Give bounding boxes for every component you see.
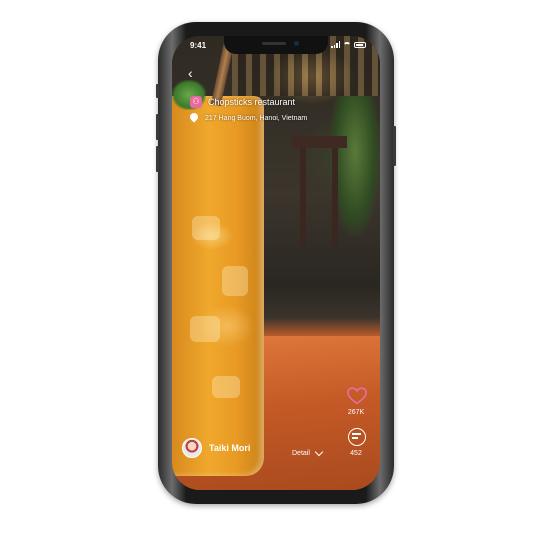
status-time: 9:41 xyxy=(190,41,207,50)
wifi-icon xyxy=(343,41,351,48)
avatar[interactable] xyxy=(182,438,202,458)
place-name: Chopsticks restaurant xyxy=(208,97,296,107)
battery-icon xyxy=(354,41,366,48)
power-button xyxy=(393,126,396,166)
location-pin-icon xyxy=(190,113,198,123)
user-name[interactable]: Taiki Mori xyxy=(209,443,250,453)
place-header[interactable]: ⚇ Chopsticks restaurant xyxy=(190,96,295,108)
like-count: 267K xyxy=(347,409,365,416)
address-text: 217 Hang Buom, Hanoi, Vietnam xyxy=(205,114,308,122)
comment-icon[interactable] xyxy=(348,428,366,446)
notch xyxy=(224,36,328,54)
volume-up-button xyxy=(156,114,159,140)
place-address[interactable]: 217 Hang Buom, Hanoi, Vietnam xyxy=(190,113,307,123)
status-bar: 9:41 xyxy=(172,36,380,56)
phone-frame: 9:41 ‹ ⚇ Chopsticks restaurant 217 Hang … xyxy=(156,22,396,504)
status-icons xyxy=(331,41,366,48)
detail-button[interactable]: Detail xyxy=(292,447,324,457)
comment-count: 452 xyxy=(350,450,362,457)
mute-switch xyxy=(156,84,159,98)
cocktail-glass xyxy=(172,96,264,476)
signal-icon xyxy=(331,41,340,48)
heart-icon[interactable] xyxy=(346,384,368,406)
chevron-down-icon xyxy=(314,447,324,457)
back-chevron-icon[interactable]: ‹ xyxy=(188,66,202,80)
bar-stool xyxy=(292,136,347,246)
user-info[interactable]: Taiki Mori xyxy=(182,438,250,458)
phone-screen: 9:41 ‹ ⚇ Chopsticks restaurant 217 Hang … xyxy=(172,36,380,490)
volume-down-button xyxy=(156,146,159,172)
detail-label: Detail xyxy=(292,450,310,457)
restaurant-icon: ⚇ xyxy=(190,96,202,108)
